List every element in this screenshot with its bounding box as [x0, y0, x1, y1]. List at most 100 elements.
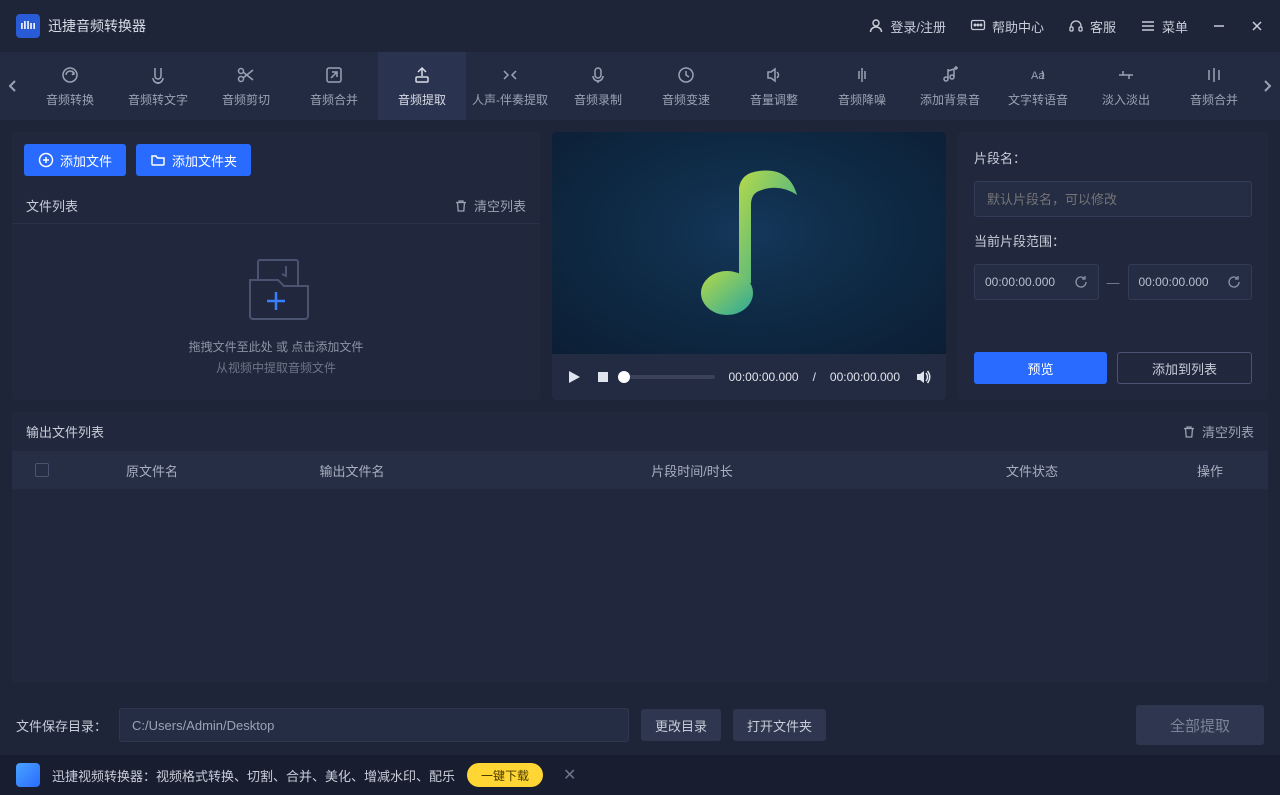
- clip-range-label: 当前片段范围：: [974, 231, 1252, 250]
- range-end-input[interactable]: 00:00:00.000: [1128, 264, 1253, 300]
- tool-tab-icon: [60, 65, 80, 85]
- save-path-input[interactable]: [119, 708, 629, 742]
- tool-tab[interactable]: 音频合并: [290, 52, 378, 120]
- tool-tab-label: 音频合并: [1190, 91, 1238, 108]
- reset-icon[interactable]: [1227, 275, 1241, 289]
- menu-icon: [1140, 18, 1156, 34]
- tool-tab-icon: [676, 65, 696, 85]
- tool-tab-label: 音量调整: [750, 91, 798, 108]
- user-icon: [868, 18, 884, 34]
- extract-all-button[interactable]: 全部提取: [1136, 705, 1264, 745]
- tool-tab-label: 音频合并: [310, 91, 358, 108]
- clip-settings-pane: 片段名： 当前片段范围： 00:00:00.000 — 00:00:00.000…: [958, 132, 1268, 400]
- preview-button[interactable]: 预览: [974, 352, 1107, 384]
- output-list-pane: 输出文件列表 清空列表 原文件名 输出文件名 片段时间/时长 文件状态 操作: [12, 412, 1268, 683]
- reset-icon[interactable]: [1074, 275, 1088, 289]
- tool-tab-label: 添加背景音: [920, 91, 980, 108]
- clear-output-list-button[interactable]: 清空列表: [1182, 422, 1254, 441]
- tool-tab[interactable]: 音频转文字: [114, 52, 202, 120]
- tool-tab[interactable]: 音频录制: [554, 52, 642, 120]
- close-button[interactable]: [1250, 19, 1264, 33]
- tool-tab[interactable]: 音频合并: [1170, 52, 1254, 120]
- folder-icon: [150, 152, 166, 168]
- tool-tab-label: 淡入淡出: [1102, 91, 1150, 108]
- tool-tab[interactable]: 音频剪切: [202, 52, 290, 120]
- stop-button[interactable]: [596, 370, 610, 384]
- tool-tab-icon: [148, 65, 168, 85]
- col-status: 文件状态: [912, 461, 1152, 480]
- minimize-button[interactable]: [1212, 19, 1226, 33]
- save-path-label: 文件保存目录：: [16, 716, 107, 735]
- output-table-header: 原文件名 输出文件名 片段时间/时长 文件状态 操作: [12, 451, 1268, 489]
- tabs-next-button[interactable]: [1254, 52, 1280, 120]
- trash-icon: [1182, 425, 1196, 439]
- promo-app-icon: [16, 763, 40, 787]
- trash-icon: [454, 199, 468, 213]
- col-clip: 片段时间/时长: [472, 461, 912, 480]
- promo-close-button[interactable]: ✕: [563, 765, 576, 785]
- range-end-value: 00:00:00.000: [1139, 275, 1209, 289]
- tool-tab-icon: [324, 65, 344, 85]
- play-button[interactable]: [566, 369, 582, 385]
- tool-tab[interactable]: Aa文字转语音: [994, 52, 1082, 120]
- add-folder-button[interactable]: 添加文件夹: [136, 144, 251, 176]
- menu-link[interactable]: 菜单: [1140, 17, 1188, 36]
- time-current: 00:00:00.000: [729, 370, 799, 384]
- tabs-prev-button[interactable]: [0, 52, 26, 120]
- chat-icon: [970, 18, 986, 34]
- tool-tab-label: 人声-伴奏提取: [472, 91, 548, 108]
- tool-tab-label: 音频转文字: [128, 91, 188, 108]
- add-file-label: 添加文件: [60, 151, 112, 170]
- tool-tab[interactable]: 音频降噪: [818, 52, 906, 120]
- file-dropzone[interactable]: 拖拽文件至此处 或 点击添加文件 从视频中提取音频文件: [12, 224, 540, 400]
- clip-name-input[interactable]: [974, 181, 1252, 217]
- tool-tab-icon: Aa: [1028, 65, 1048, 85]
- select-all-checkbox[interactable]: [35, 463, 49, 477]
- tool-tab-icon: [852, 65, 872, 85]
- col-output: 输出文件名: [232, 461, 472, 480]
- change-dir-button[interactable]: 更改目录: [641, 709, 721, 741]
- tool-tab-icon: [500, 65, 520, 85]
- tool-tab-icon: [764, 65, 784, 85]
- tool-tab[interactable]: 音量调整: [730, 52, 818, 120]
- bottom-bar: 文件保存目录： 更改目录 打开文件夹 全部提取: [0, 695, 1280, 755]
- tool-tab-icon: [1116, 65, 1136, 85]
- add-to-list-button[interactable]: 添加到列表: [1117, 352, 1252, 384]
- login-link[interactable]: 登录/注册: [868, 17, 946, 36]
- app-title: 迅捷音频转换器: [48, 16, 146, 36]
- add-file-button[interactable]: 添加文件: [24, 144, 126, 176]
- tool-tab[interactable]: 淡入淡出: [1082, 52, 1170, 120]
- help-link[interactable]: 帮助中心: [970, 17, 1044, 36]
- tool-tab[interactable]: 音频提取: [378, 52, 466, 120]
- tool-tab-icon: [236, 65, 256, 85]
- seek-knob[interactable]: [618, 371, 630, 383]
- logo-icon: ıllıı: [16, 14, 40, 38]
- open-folder-label: 打开文件夹: [747, 716, 812, 735]
- col-action: 操作: [1152, 461, 1268, 480]
- tool-tab[interactable]: 音频转换: [26, 52, 114, 120]
- headset-icon: [1068, 18, 1084, 34]
- tool-tab[interactable]: 添加背景音: [906, 52, 994, 120]
- seek-slider[interactable]: [624, 375, 715, 379]
- tool-tab-label: 音频降噪: [838, 91, 886, 108]
- tool-tab[interactable]: 人声-伴奏提取: [466, 52, 554, 120]
- tool-tab[interactable]: 音频变速: [642, 52, 730, 120]
- tool-tab-icon: [1204, 65, 1224, 85]
- tool-tab-label: 音频录制: [574, 91, 622, 108]
- tool-tab-label: 音频变速: [662, 91, 710, 108]
- volume-button[interactable]: [914, 368, 932, 386]
- file-list-title: 文件列表: [26, 196, 78, 215]
- open-folder-button[interactable]: 打开文件夹: [733, 709, 826, 741]
- service-label: 客服: [1090, 17, 1116, 36]
- preview-label: 预览: [1027, 359, 1053, 378]
- clear-file-list-button[interactable]: 清空列表: [454, 196, 526, 215]
- range-start-input[interactable]: 00:00:00.000: [974, 264, 1099, 300]
- service-link[interactable]: 客服: [1068, 17, 1116, 36]
- promo-download-button[interactable]: 一键下载: [467, 763, 543, 787]
- change-dir-label: 更改目录: [655, 716, 707, 735]
- clear-list-label: 清空列表: [474, 196, 526, 215]
- range-separator: —: [1107, 275, 1120, 290]
- add-to-list-label: 添加到列表: [1152, 359, 1217, 378]
- promo-strip: 迅捷视频转换器：视频格式转换、切割、合并、美化、增减水印、配乐 一键下载 ✕: [0, 755, 1280, 795]
- help-label: 帮助中心: [992, 17, 1044, 36]
